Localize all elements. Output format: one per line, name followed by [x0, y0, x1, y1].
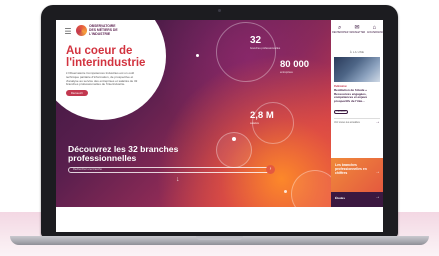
menu-icon[interactable]: ☰ [64, 27, 72, 36]
logo-text: Observatoire des métiers de l'industrie [89, 24, 118, 36]
right-sidebar: ⌕ Rechercher ✉ Newsletter ⌂ Gouvernance … [331, 20, 383, 207]
search-icon: ⌕ [337, 25, 342, 31]
studies-link[interactable]: Études → [331, 192, 383, 207]
news-more-link[interactable]: Voir toutes les actualités → [334, 118, 380, 125]
stat-value: 80 000 [280, 59, 310, 70]
toolbar-newsletter[interactable]: ✉ Newsletter [349, 25, 366, 35]
news-image[interactable] [334, 57, 380, 82]
scroll-down-arrow-icon[interactable]: ↓ [176, 176, 180, 184]
toolbar-label: Gouvernance [366, 32, 383, 34]
arrow-right-icon: → [375, 169, 380, 175]
promo-text: Les branches professionnelles en chiffre… [335, 163, 367, 175]
decor-bubble [216, 22, 276, 82]
branches-title: Découvrez les 32 branches professionnell… [68, 144, 179, 163]
mail-icon: ✉ [354, 25, 360, 31]
hero-title: Au coeur de l'interindustrie [66, 45, 146, 69]
decor-dot [284, 190, 287, 193]
branch-search-input[interactable]: Recherchez une branche [68, 167, 270, 173]
toolbar-label: Newsletter [349, 32, 366, 34]
decor-dot [196, 54, 199, 57]
toolbar-search[interactable]: ⌕ Rechercher [332, 25, 349, 35]
hero-intro: L'Observatoire Compétences Industries es… [66, 71, 138, 87]
laptop-base-notch [196, 236, 243, 240]
stat-label: entreprises [280, 71, 293, 74]
scene: ☰ Observatoire des métiers de l'industri… [0, 0, 439, 256]
news-title[interactable]: Restitution de l'étude « Ressources enga… [334, 88, 380, 103]
below-fold-area [56, 207, 383, 232]
decor-bubble [252, 102, 294, 144]
news-card: À LA UNE Publication Restitution de l'ét… [331, 48, 383, 126]
bank-icon: ⌂ [372, 25, 377, 31]
logo-mark-icon [76, 25, 87, 37]
stat-companies: 80 000 entreprises [280, 59, 328, 75]
toolbar-governance[interactable]: ⌂ Gouvernance [366, 25, 383, 35]
branches-figures-promo[interactable]: Les branches professionnelles en chiffre… [331, 158, 383, 192]
branch-search-placeholder: Recherchez une branche [73, 168, 102, 171]
search-submit-arrow-icon[interactable]: › [266, 165, 275, 174]
hero-cta-button[interactable]: Découvrir [66, 90, 88, 96]
hero-section: ☰ Observatoire des métiers de l'industri… [56, 20, 339, 218]
laptop-screen: ☰ Observatoire des métiers de l'industri… [56, 20, 383, 232]
arrow-right-icon: → [375, 119, 380, 125]
site-logo[interactable]: Observatoire des métiers de l'industrie [76, 24, 123, 37]
top-toolbar: ⌕ Rechercher ✉ Newsletter ⌂ Gouvernance [331, 25, 383, 35]
news-discover-button[interactable]: Découvrir [334, 110, 348, 114]
news-section-label: À LA UNE [349, 50, 365, 54]
decor-dot [232, 137, 236, 141]
arrow-right-icon: → [375, 194, 380, 200]
news-more-label: Voir toutes les actualités [334, 121, 360, 124]
toolbar-label: Rechercher [332, 32, 349, 34]
studies-label: Études [335, 196, 346, 200]
camera-icon [218, 9, 221, 12]
